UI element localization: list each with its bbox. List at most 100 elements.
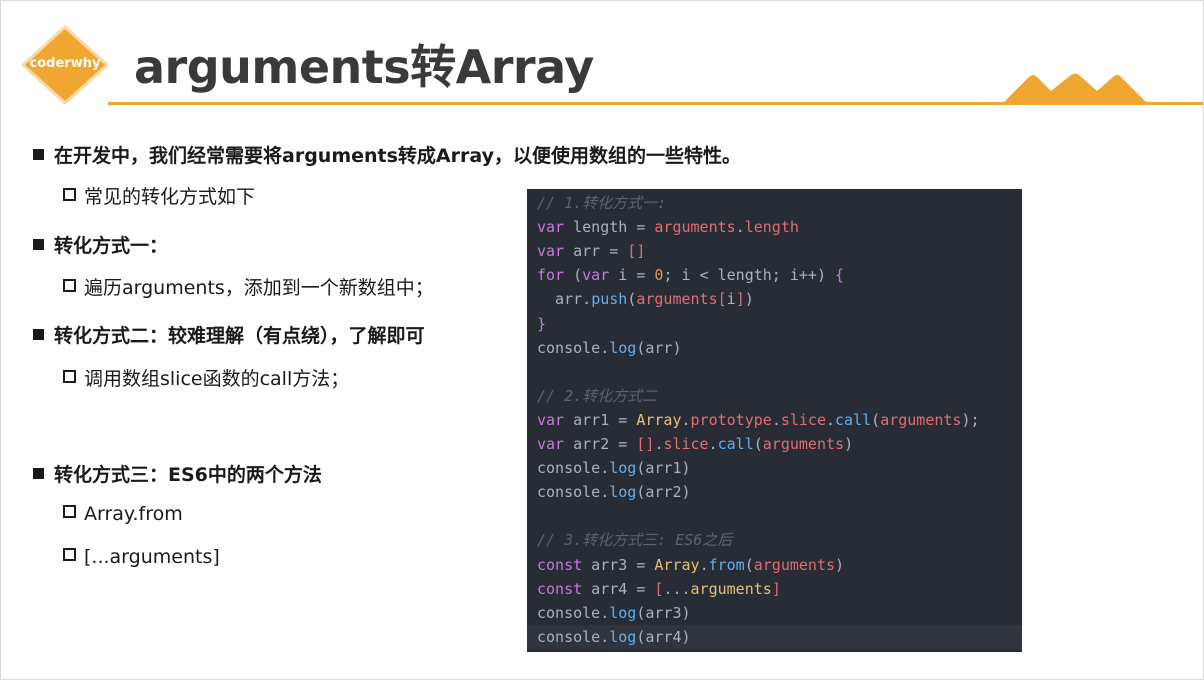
code-token: var xyxy=(537,242,565,261)
code-token: arr1 = xyxy=(564,410,637,429)
code-token: [ xyxy=(717,290,727,309)
code-token: call xyxy=(835,410,872,429)
code-token: . xyxy=(699,555,709,574)
code-token: prototype xyxy=(690,410,772,429)
code-token: const xyxy=(537,555,583,574)
code-token: // 2.转化方式二 xyxy=(537,386,658,405)
code-line: console.log(arr3) xyxy=(537,601,691,625)
code-token: (arr3) xyxy=(636,603,691,622)
code-line: var arr = [] xyxy=(537,239,645,263)
code-token: log xyxy=(609,603,637,622)
code-line: var length = arguments.length xyxy=(537,215,799,239)
code-token: i xyxy=(726,290,736,309)
bullet-item: 转化方式二：较难理解（有点绕），了解即可 xyxy=(33,321,425,348)
code-token: ( xyxy=(564,266,583,285)
code-line: console.log(arr4) xyxy=(527,624,1022,649)
code-line: // 2.转化方式二 xyxy=(537,384,657,408)
code-token: Array xyxy=(654,555,700,574)
code-token: } xyxy=(537,314,547,333)
code-token: arr. xyxy=(537,290,592,309)
coderwhy-logo: coderwhy xyxy=(21,25,109,105)
code-token: console. xyxy=(537,603,610,622)
sub-bullet-item: 遍历arguments，添加到一个新数组中； xyxy=(63,273,434,300)
code-token: console. xyxy=(537,459,610,478)
code-token: ) xyxy=(844,435,854,453)
code-token: // 1.转化方式一: xyxy=(537,194,667,212)
code-token: ] xyxy=(771,579,781,598)
code-token: (arr) xyxy=(636,338,682,357)
code-token: call xyxy=(717,435,754,453)
code-token: arguments xyxy=(690,579,772,598)
code-token: arguments xyxy=(753,555,836,574)
title-underline xyxy=(108,102,1203,105)
code-token: var xyxy=(537,410,565,429)
code-line: arr.push(arguments[i]) xyxy=(537,287,754,311)
code-token: ] xyxy=(735,290,745,309)
code-line: const arr4 = [...arguments] xyxy=(537,577,781,601)
code-token: var xyxy=(537,435,565,453)
code-line: // 1.转化方式一: xyxy=(537,191,666,215)
code-token: arr2 = xyxy=(564,435,637,453)
code-token: ; i < length; i++) xyxy=(663,266,836,285)
code-token: ( xyxy=(627,290,637,309)
code-token: const xyxy=(537,579,583,598)
code-line: console.log(arr1) xyxy=(537,456,691,480)
code-token: (arr2) xyxy=(636,483,691,502)
code-token: . xyxy=(826,410,836,429)
code-token: log xyxy=(609,338,637,357)
code-line: console.log(arr) xyxy=(537,336,682,360)
code-token: log xyxy=(609,459,637,478)
sub-bullet-item: Array.from xyxy=(63,503,183,525)
code-token: length = xyxy=(564,218,655,237)
code-token: console. xyxy=(537,338,610,357)
code-token: ) xyxy=(744,290,754,309)
code-token: arguments xyxy=(762,435,845,453)
code-token: ( xyxy=(871,410,881,429)
code-token: slice xyxy=(780,410,826,429)
sub-bullet-item: 调用数组slice函数的call方法； xyxy=(63,364,349,391)
code-token: console. xyxy=(537,627,610,646)
code-line: // 3.转化方式三: ES6之后 xyxy=(537,528,732,552)
code-token: ( xyxy=(753,435,763,453)
code-token: from xyxy=(708,555,745,574)
page-title: arguments转Array xyxy=(134,40,594,94)
code-token: . xyxy=(681,410,691,429)
code-token: ) xyxy=(835,555,845,574)
code-line: const arr3 = Array.from(arguments) xyxy=(537,553,844,577)
code-token: arguments xyxy=(880,410,962,429)
code-token: arguments xyxy=(654,218,736,237)
bullet-item: 在开发中，我们经常需要将arguments转成Array，以便使用数组的一些特性… xyxy=(33,141,741,168)
code-token: length xyxy=(744,218,799,237)
code-line: var arr2 = [].slice.call(arguments) xyxy=(537,432,853,456)
mountain-decoration xyxy=(1001,73,1149,105)
code-token: for xyxy=(537,266,565,285)
logo-text: coderwhy xyxy=(29,56,101,71)
code-block: // 1.转化方式一: var length = arguments.length… xyxy=(527,189,1022,652)
code-token: { xyxy=(835,266,845,285)
code-token: . xyxy=(771,410,781,429)
code-token: arr4 = xyxy=(582,579,655,598)
code-line: console.log(arr2) xyxy=(537,480,691,504)
code-token: i = xyxy=(609,266,655,285)
code-token: . xyxy=(735,218,745,237)
code-token: (arr1) xyxy=(636,459,691,478)
code-token: push xyxy=(591,290,628,309)
code-token: arr3 = xyxy=(582,555,655,574)
sub-bullet-item: 常见的转化方式如下 xyxy=(63,182,255,209)
code-token: // 3.转化方式三: ES6之后 xyxy=(537,531,733,550)
code-line: var arr1 = Array.prototype.slice.call(ar… xyxy=(537,408,980,432)
code-token: arguments xyxy=(636,290,718,309)
bullet-item: 转化方式一： xyxy=(33,231,168,258)
code-token: ( xyxy=(744,555,754,574)
code-token: arr = xyxy=(564,242,628,261)
code-token: var xyxy=(582,266,610,285)
code-token: [] xyxy=(636,435,655,453)
code-token: [] xyxy=(627,242,646,261)
code-line: } xyxy=(537,312,546,336)
code-token: Array xyxy=(636,410,682,429)
sub-bullet-item: [...arguments] xyxy=(63,546,220,568)
bullet-item: 转化方式三：ES6中的两个方法 xyxy=(33,460,322,487)
code-token: log xyxy=(609,627,637,646)
code-token: log xyxy=(609,483,637,502)
code-token: ); xyxy=(961,410,980,429)
